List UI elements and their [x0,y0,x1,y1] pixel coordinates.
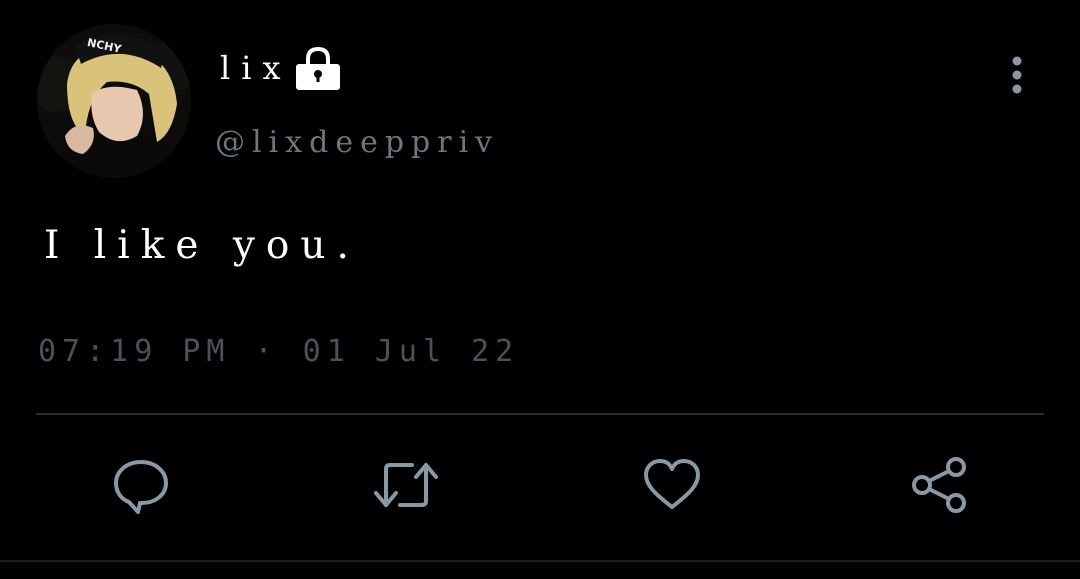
divider [36,413,1044,415]
avatar-image: NCHY [37,24,191,178]
more-vertical-icon[interactable] [1002,55,1032,95]
retweet-icon [372,455,440,519]
heart-icon [642,457,702,517]
tweet-card: NCHY lix @lixdeeppriv I like you. 07:19 … [0,0,1080,579]
tweet-timestamp[interactable]: 07:19 PM · 01 Jul 22 [38,337,519,367]
share-button[interactable] [907,455,971,519]
bottom-divider [0,560,1080,562]
display-name-row: lix [220,44,342,92]
action-bar [0,455,1080,519]
lock-icon [294,44,342,92]
retweet-button[interactable] [374,455,438,519]
tweet-text: I like you. [44,223,360,268]
reply-button[interactable] [109,455,173,519]
share-icon [909,455,969,519]
avatar[interactable]: NCHY [37,24,191,178]
reply-icon [111,455,171,519]
like-button[interactable] [640,455,704,519]
display-name[interactable]: lix [220,52,292,84]
user-handle[interactable]: @lixdeeppriv [215,128,499,158]
